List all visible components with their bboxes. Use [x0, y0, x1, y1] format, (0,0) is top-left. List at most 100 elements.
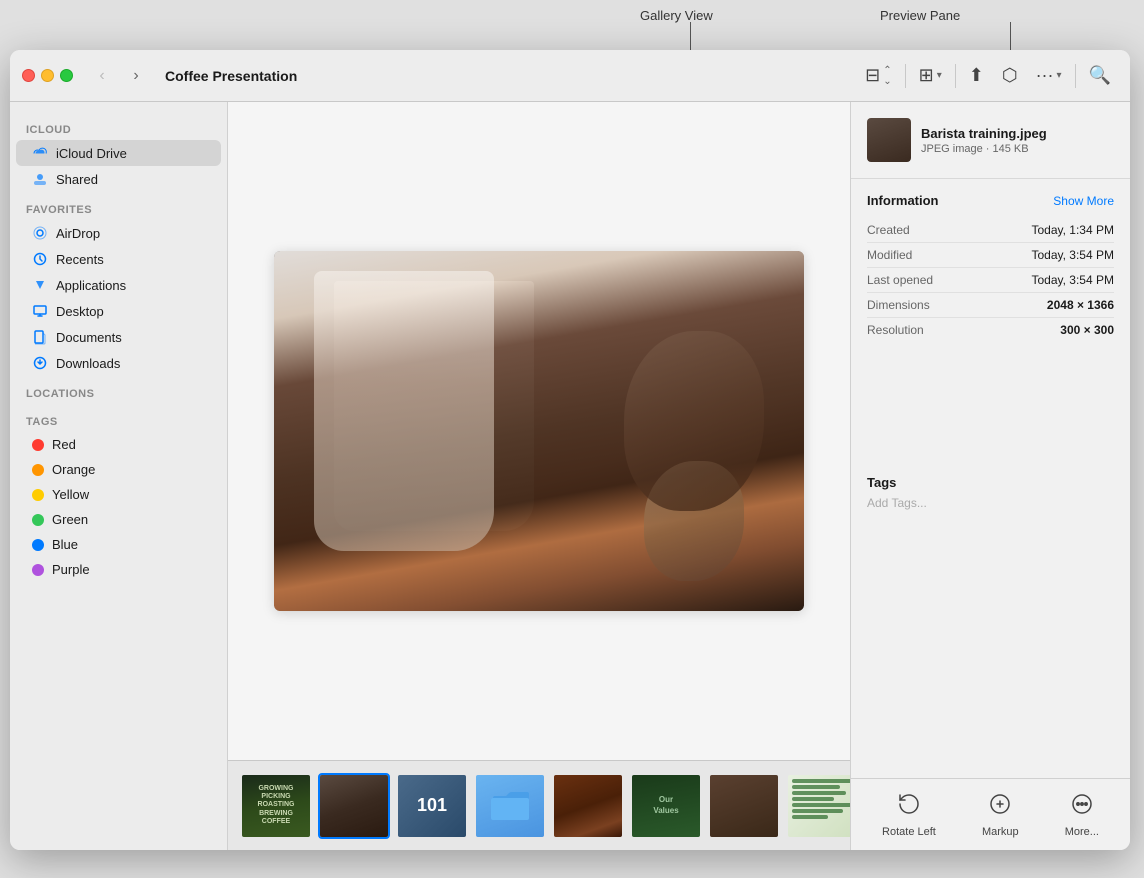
tag-orange-label: Orange — [52, 462, 95, 477]
preview-pane: Barista training.jpeg JPEG image · 145 K… — [850, 102, 1130, 850]
view-chevron-icon: ⌃⌄ — [883, 65, 891, 87]
tag-blue-dot — [32, 539, 44, 551]
gallery-view-button[interactable]: ⊞ ▾ — [912, 60, 949, 91]
sidebar-item-icloud-drive[interactable]: iCloud Drive — [16, 140, 221, 166]
sidebar-item-tag-red[interactable]: Red — [16, 432, 221, 457]
rotate-left-icon — [897, 792, 921, 822]
info-header-row: Information Show More — [867, 193, 1114, 208]
tag-yellow-dot — [32, 489, 44, 501]
share-button[interactable]: ⬆ — [962, 60, 991, 91]
back-button[interactable]: ‹ — [89, 63, 115, 89]
sidebar-item-recents[interactable]: Recents — [16, 246, 221, 272]
toolbar-separator-2 — [955, 64, 956, 88]
traffic-lights — [22, 69, 73, 82]
sidebar-item-airdrop[interactable]: AirDrop — [16, 220, 221, 246]
window-body: iCloud iCloud Drive Shared — [10, 102, 1130, 850]
locations-section-label: Locations — [10, 376, 227, 404]
desktop-icon — [32, 303, 48, 319]
forward-button[interactable]: › — [123, 63, 149, 89]
search-icon: 🔍 — [1089, 65, 1111, 86]
thumb-101-content: 101 — [398, 775, 466, 837]
rotate-left-label: Rotate Left — [882, 826, 936, 838]
sidebar-item-tag-blue[interactable]: Blue — [16, 532, 221, 557]
sidebar-item-tag-yellow[interactable]: Yellow — [16, 482, 221, 507]
thumb-coffee-beans[interactable] — [552, 773, 624, 839]
sidebar-item-shared[interactable]: Shared — [16, 166, 221, 192]
modified-value: Today, 3:54 PM — [1032, 248, 1115, 262]
thumb-folder-content — [476, 775, 544, 837]
sidebar-item-downloads[interactable]: Downloads — [16, 350, 221, 376]
markup-icon — [988, 792, 1012, 822]
list-line-3 — [792, 791, 846, 795]
thumb-barista2[interactable] — [708, 773, 780, 839]
preview-filename: Barista training.jpeg — [921, 126, 1114, 141]
sidebar-item-documents[interactable]: Documents — [16, 324, 221, 350]
applications-label: Applications — [56, 278, 126, 293]
tags-button[interactable]: ⬡ — [995, 60, 1025, 91]
thumb-101[interactable]: 101 — [396, 773, 468, 839]
markup-label: Markup — [982, 826, 1019, 838]
downloads-icon — [32, 355, 48, 371]
more-button[interactable]: ··· ▾ — [1029, 60, 1069, 91]
preview-actions: Rotate Left Markup — [851, 778, 1130, 850]
gallery-image-container[interactable] — [274, 251, 804, 611]
search-button[interactable]: 🔍 — [1082, 60, 1118, 91]
maximize-button[interactable] — [60, 69, 73, 82]
list-line-4 — [792, 797, 834, 801]
last-opened-label: Last opened — [867, 273, 933, 287]
shared-icon — [32, 171, 48, 187]
gallery-area — [228, 102, 850, 760]
more-actions-icon — [1070, 792, 1094, 822]
coffee-image — [274, 251, 804, 611]
sidebar: iCloud iCloud Drive Shared — [10, 102, 228, 850]
toolbar-controls: ⊟ ⌃⌄ ⊞ ▾ ⬆ ⬡ ··· ▾ — [858, 60, 1118, 92]
tag-green-dot — [32, 514, 44, 526]
toolbar: ‹ › Coffee Presentation ⊟ ⌃⌄ ⊞ ▾ ⬆ ⬡ — [10, 50, 1130, 102]
list-line-2 — [792, 785, 840, 789]
list-line-5 — [792, 803, 850, 807]
markup-button[interactable]: Markup — [982, 792, 1019, 838]
preview-spacer — [851, 520, 1130, 778]
icloud-section-label: iCloud — [10, 112, 227, 140]
thumb-spreadsheet[interactable] — [786, 773, 850, 839]
more-actions-button[interactable]: More... — [1065, 792, 1099, 838]
icloud-drive-label: iCloud Drive — [56, 146, 127, 161]
sidebar-item-tag-green[interactable]: Green — [16, 507, 221, 532]
view-toggle-button[interactable]: ⊟ ⌃⌄ — [858, 60, 898, 92]
sidebar-item-tag-orange[interactable]: Orange — [16, 457, 221, 482]
close-button[interactable] — [22, 69, 35, 82]
thumb-coffee-book-content: GROWINGPICKINGROASTINGBREWINGCOFFEE — [242, 775, 310, 837]
toolbar-separator-1 — [905, 64, 906, 88]
modified-label: Modified — [867, 248, 912, 262]
minimize-button[interactable] — [41, 69, 54, 82]
thumb-coffee-book[interactable]: GROWINGPICKINGROASTINGBREWINGCOFFEE — [240, 773, 312, 839]
gallery-view-label: Gallery View — [640, 8, 713, 23]
show-more-button[interactable]: Show More — [1053, 194, 1114, 208]
preview-thumbnail — [867, 118, 911, 162]
list-line-1 — [792, 779, 850, 783]
share-icon: ⬆ — [969, 65, 984, 86]
applications-icon — [32, 277, 48, 293]
created-value: Today, 1:34 PM — [1032, 223, 1115, 237]
tags-section-label: Tags — [10, 404, 227, 432]
preview-file-info: Barista training.jpeg JPEG image · 145 K… — [921, 126, 1114, 155]
main-content: GROWINGPICKINGROASTINGBREWINGCOFFEE 101 — [228, 102, 850, 850]
thumb-barista-selected[interactable] — [318, 773, 390, 839]
tag-purple-dot — [32, 564, 44, 576]
info-title: Information — [867, 193, 939, 208]
tags-title: Tags — [867, 475, 1114, 490]
sidebar-item-applications[interactable]: Applications — [16, 272, 221, 298]
thumb-folder[interactable] — [474, 773, 546, 839]
rotate-left-button[interactable]: Rotate Left — [882, 792, 936, 838]
documents-label: Documents — [56, 330, 122, 345]
sidebar-item-tag-purple[interactable]: Purple — [16, 557, 221, 582]
sidebar-item-desktop[interactable]: Desktop — [16, 298, 221, 324]
tag-red-dot — [32, 439, 44, 451]
tags-section: Tags Add Tags... — [851, 465, 1130, 520]
tag-green-label: Green — [52, 512, 88, 527]
thumb-our-values[interactable]: OurValues — [630, 773, 702, 839]
favorites-section-label: Favorites — [10, 192, 227, 220]
add-tags-placeholder[interactable]: Add Tags... — [867, 496, 1114, 510]
preview-filetype: JPEG image · 145 KB — [921, 143, 1114, 155]
desktop-label: Desktop — [56, 304, 104, 319]
